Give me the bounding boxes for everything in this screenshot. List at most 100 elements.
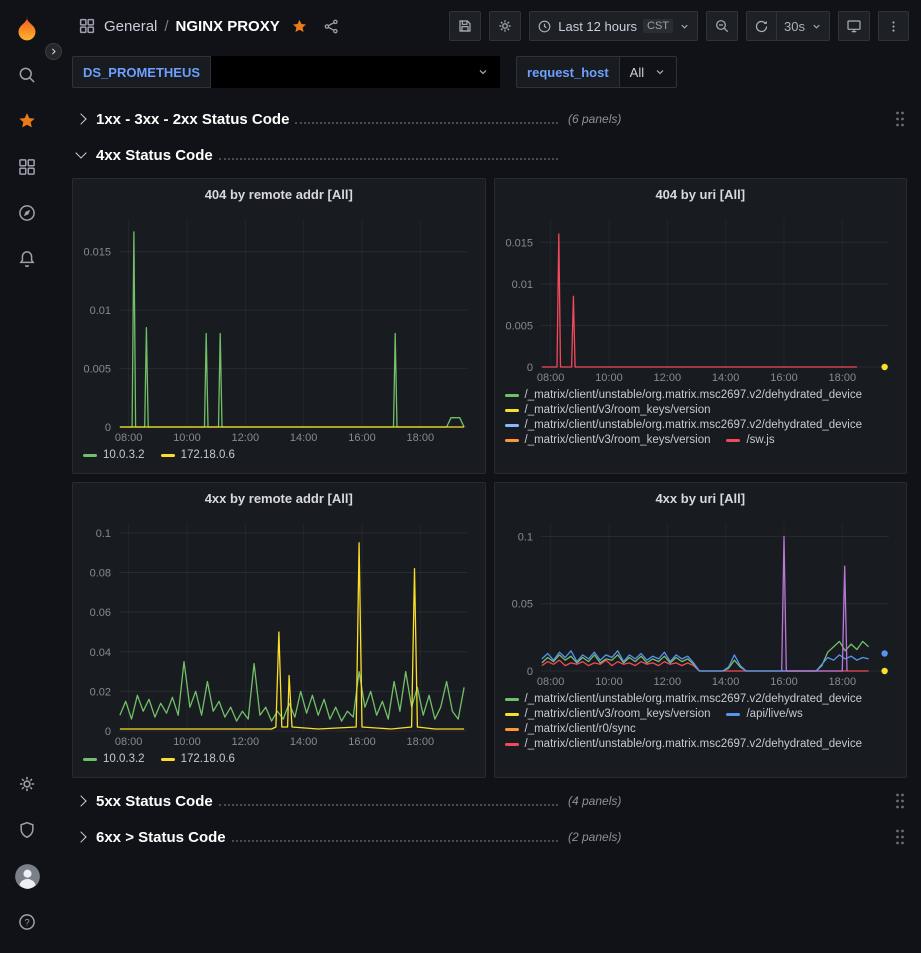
sidebar-item-server-admin[interactable] xyxy=(0,807,54,853)
legend-label: 10.0.3.2 xyxy=(103,449,145,461)
panel-title[interactable]: 4xx by remote addr [All] xyxy=(73,483,485,513)
legend-item[interactable]: /sw.js xyxy=(726,434,774,446)
sidebar-item-alerting[interactable] xyxy=(0,236,54,282)
x-tick-label: 10:00 xyxy=(595,676,623,688)
chart-canvas: 08:0010:0012:0014:0016:0018:0000.0050.01… xyxy=(73,209,485,447)
legend-item[interactable]: /_matrix/client/unstable/org.matrix.msc2… xyxy=(505,389,863,401)
variable-label-request-host[interactable]: request_host xyxy=(516,56,620,88)
drag-handle-icon[interactable] xyxy=(895,829,905,845)
x-tick-label: 16:00 xyxy=(348,432,376,444)
sidebar-item-starred[interactable] xyxy=(0,98,54,144)
time-range-picker[interactable]: Last 12 hours CST xyxy=(529,11,698,41)
legend-item[interactable]: /_matrix/client/v3/room_keys/version xyxy=(505,404,711,416)
y-tick-label: 0.01 xyxy=(90,305,111,317)
y-tick-label: 0.015 xyxy=(83,247,111,259)
dashboard-row-6xx[interactable]: 6xx > Status Code (2 panels) xyxy=(72,824,907,850)
dashboard-canvas: 1xx - 3xx - 2xx Status Code (6 panels) 4… xyxy=(54,98,921,953)
timezone-badge: CST xyxy=(643,19,673,33)
panel-grid: 404 by remote addr [All] 08:0010:0012:00… xyxy=(72,178,907,778)
legend-swatch xyxy=(505,394,519,397)
chart-4xx-by-remote-addr[interactable]: 08:0010:0012:0014:0016:0018:0000.020.040… xyxy=(73,513,485,751)
legend-item[interactable]: 10.0.3.2 xyxy=(83,449,145,461)
panel-legend: 10.0.3.2 172.18.0.6 xyxy=(73,447,485,473)
legend-item[interactable]: 10.0.3.2 xyxy=(83,753,145,765)
row-dots xyxy=(219,158,558,160)
row-panel-count: (4 panels) xyxy=(568,794,621,808)
sidebar-item-explore[interactable] xyxy=(0,190,54,236)
panel-title[interactable]: 404 by remote addr [All] xyxy=(73,179,485,209)
dashboard-row-4xx[interactable]: 4xx Status Code xyxy=(72,142,907,168)
legend-label: /_matrix/client/v3/room_keys/version xyxy=(525,708,711,720)
grafana-app: ? General / NGINX PROXY xyxy=(0,0,921,953)
legend-item[interactable]: /_matrix/client/v3/room_keys/version xyxy=(505,434,711,446)
user-avatar xyxy=(14,863,41,890)
x-tick-label: 08:00 xyxy=(115,736,143,748)
toolbar: Last 12 hours CST 30s xyxy=(449,11,909,41)
chevron-down-icon xyxy=(477,66,489,78)
dashboard-row-5xx[interactable]: 5xx Status Code (4 panels) xyxy=(72,788,907,814)
panel-title[interactable]: 404 by uri [All] xyxy=(495,179,907,209)
panel-legend: 10.0.3.2 172.18.0.6 xyxy=(73,751,485,777)
legend-item[interactable]: /_matrix/client/unstable/org.matrix.msc2… xyxy=(505,693,863,705)
share-icon[interactable] xyxy=(323,18,340,35)
dashboard-settings-button[interactable] xyxy=(489,11,521,41)
cycle-view-button[interactable] xyxy=(838,11,870,41)
legend-label: /_matrix/client/unstable/org.matrix.msc2… xyxy=(525,738,863,750)
series-point xyxy=(881,668,887,674)
breadcrumb-dashboard-title[interactable]: NGINX PROXY xyxy=(176,18,280,35)
refresh-button[interactable] xyxy=(746,11,777,41)
variable-label-datasource[interactable]: DS_PROMETHEUS xyxy=(72,56,211,88)
legend-swatch xyxy=(505,728,519,731)
legend-item[interactable]: /_matrix/client/unstable/org.matrix.msc2… xyxy=(505,419,863,431)
save-dashboard-button[interactable] xyxy=(449,11,481,41)
legend-item[interactable]: /_matrix/client/v3/room_keys/version xyxy=(505,708,711,720)
request-host-select[interactable]: All xyxy=(620,56,677,88)
legend-label: /_matrix/client/unstable/org.matrix.msc2… xyxy=(525,419,863,431)
panel-4xx-by-remote-addr: 4xx by remote addr [All] 08:0010:0012:00… xyxy=(72,482,486,778)
favorite-star-icon[interactable] xyxy=(291,18,308,35)
grafana-logo[interactable] xyxy=(0,6,54,52)
main-area: General / NGINX PROXY Last 12 hours CST xyxy=(54,0,921,953)
panel-title-text: 404 by remote addr [All] xyxy=(205,187,353,202)
dashboard-row-1xx-3xx-2xx[interactable]: 1xx - 3xx - 2xx Status Code (6 panels) xyxy=(72,106,907,132)
x-tick-label: 12:00 xyxy=(653,676,681,688)
panel-title[interactable]: 4xx by uri [All] xyxy=(495,483,907,513)
drag-handle-icon[interactable] xyxy=(895,111,905,127)
gear-icon xyxy=(17,774,37,794)
x-tick-label: 14:00 xyxy=(290,432,318,444)
legend-item[interactable]: /api/live/ws xyxy=(726,708,802,720)
datasource-select[interactable] xyxy=(211,56,500,88)
legend-swatch xyxy=(83,454,97,457)
legend-item[interactable]: /_matrix/client/r0/sync xyxy=(505,723,636,735)
legend-swatch xyxy=(505,743,519,746)
legend-item[interactable]: 172.18.0.6 xyxy=(161,449,235,461)
panel-title-text: 4xx by remote addr [All] xyxy=(205,491,353,506)
legend-item[interactable]: /_matrix/client/unstable/org.matrix.msc2… xyxy=(505,738,863,750)
refresh-interval-picker[interactable]: 30s xyxy=(777,11,830,41)
zoom-out-button[interactable] xyxy=(706,11,738,41)
chart-404-by-uri[interactable]: 08:0010:0012:0014:0016:0018:0000.0050.01… xyxy=(495,209,907,387)
breadcrumb-folder[interactable]: General xyxy=(104,18,157,35)
chevron-right-icon xyxy=(75,795,86,806)
legend-item[interactable]: 172.18.0.6 xyxy=(161,753,235,765)
x-tick-label: 18:00 xyxy=(407,736,435,748)
drag-handle-icon[interactable] xyxy=(895,793,905,809)
sidebar-item-search[interactable] xyxy=(0,52,54,98)
x-tick-label: 16:00 xyxy=(770,676,798,688)
legend-label: /_matrix/client/v3/room_keys/version xyxy=(525,404,711,416)
refresh-group: 30s xyxy=(746,11,830,41)
chart-4xx-by-uri[interactable]: 08:0010:0012:0014:0016:0018:0000.050.1 xyxy=(495,513,907,691)
x-tick-label: 08:00 xyxy=(115,432,143,444)
sidebar-item-configuration[interactable] xyxy=(0,761,54,807)
sidebar-item-help[interactable]: ? xyxy=(0,899,54,945)
chart-404-by-remote-addr[interactable]: 08:0010:0012:0014:0016:0018:0000.0050.01… xyxy=(73,209,485,447)
sidebar-item-dashboards[interactable] xyxy=(0,144,54,190)
row-dots xyxy=(232,840,558,842)
breadcrumb-separator: / xyxy=(164,18,168,35)
more-menu-button[interactable] xyxy=(878,11,909,41)
time-range-label: Last 12 hours xyxy=(558,19,637,34)
sidebar-expand-button[interactable] xyxy=(45,43,62,60)
chevron-right-icon xyxy=(49,47,58,56)
refresh-icon xyxy=(754,19,769,34)
sidebar-item-profile[interactable] xyxy=(0,853,54,899)
